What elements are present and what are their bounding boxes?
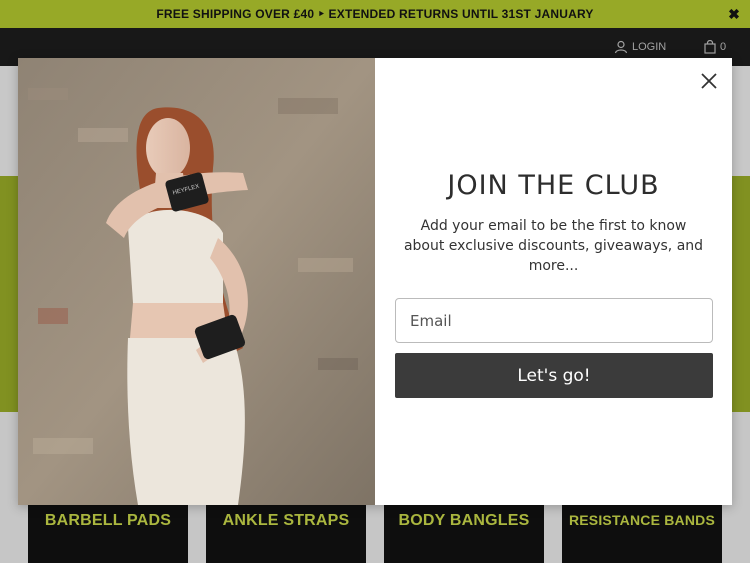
submit-button[interactable]: Let's go! [395,353,713,398]
announcement-text: FREE SHIPPING OVER £40 ‣ EXTENDED RETURN… [156,7,594,21]
close-icon[interactable] [700,72,718,90]
promo-photo: HEYFLEX [18,58,375,505]
model-photo-illustration: HEYFLEX [18,58,375,505]
modal-subtitle: Add your email to be the first to know a… [403,218,704,274]
modal-title: JOIN THE CLUB [447,170,660,201]
email-field[interactable] [395,298,713,343]
close-icon[interactable]: ✖ [728,6,740,23]
newsletter-modal: HEYFLEX JOIN THE CLUB Add your email to … [18,58,732,505]
modal-form-panel: JOIN THE CLUB Add your email to be the f… [375,58,732,505]
announcement-bar: FREE SHIPPING OVER £40 ‣ EXTENDED RETURN… [0,0,750,28]
